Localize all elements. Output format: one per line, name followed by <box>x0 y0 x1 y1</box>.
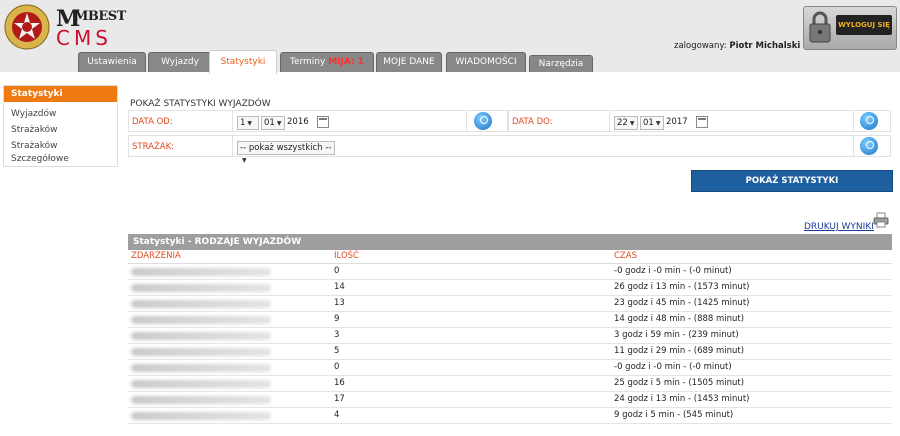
results-title: Statystyki - RODZAJE WYJAZDÓW <box>128 234 892 250</box>
results-table: Statystyki - RODZAJE WYJAZDÓW ZDARZENIA … <box>128 234 892 424</box>
redacted-event-name <box>131 300 271 308</box>
date-to-year-field[interactable]: 2017 <box>664 116 692 128</box>
chevron-down-icon: ▼ <box>655 120 661 127</box>
brand-logo: M MBEST CMS <box>56 6 126 50</box>
firefighter-row: STRAŻAK: -- pokaż wszystkich --▼ <box>128 135 891 164</box>
sidebar: Statystyki Wyjazdów Strażaków Strażaków … <box>3 85 118 167</box>
search-date-to-icon[interactable] <box>860 112 878 130</box>
tab-wyjazdy[interactable]: Wyjazdy <box>148 52 212 72</box>
column-header-zdarzenia: ZDARZENIA <box>131 251 181 261</box>
redacted-event-name <box>131 412 271 420</box>
tab-moje-dane[interactable]: MOJE DANE <box>376 52 442 72</box>
tab-ustawienia[interactable]: Ustawienia <box>78 52 146 72</box>
table-row: 9 14 godz i 48 min - (888 minut) <box>128 312 892 328</box>
sidebar-item-strazakow-szczegolowe[interactable]: Strażaków Szczegółowe <box>4 140 91 166</box>
results-header-row: ZDARZENIA ILOŚĆ CZAS <box>128 250 892 264</box>
show-statistics-button[interactable]: POKAŻ STATYSTYKI <box>691 170 893 192</box>
firefighter-label: STRAŻAK: <box>132 142 175 152</box>
table-row: 16 25 godz i 5 min - (1505 minut) <box>128 376 892 392</box>
search-date-from-icon[interactable] <box>474 112 492 130</box>
date-to-month-select[interactable]: 01 ▼ <box>640 116 664 130</box>
form-title: POKAŻ STATYSTYKI WYJAZDÓW <box>130 99 271 109</box>
tab-wiadomosci[interactable]: WIADOMOŚCI <box>446 52 526 72</box>
date-to-day-select[interactable]: 22 ▼ <box>614 116 638 130</box>
fire-brigade-emblem-icon <box>4 4 50 50</box>
sidebar-item-wyjazdow[interactable]: Wyjazdów <box>4 108 117 121</box>
redacted-event-name <box>131 316 271 324</box>
redacted-event-name <box>131 380 271 388</box>
header: M MBEST CMS zalogowany: Piotr Michalski … <box>0 0 900 74</box>
logged-user: zalogowany: Piotr Michalski <box>674 41 800 51</box>
tab-narzedzia[interactable]: Narzędzia <box>529 55 593 72</box>
redacted-event-name <box>131 348 271 356</box>
brand-bottom: CMS <box>56 26 112 50</box>
table-row: 5 11 godz i 29 min - (689 minut) <box>128 344 892 360</box>
table-row: 0 -0 godz i -0 min - (-0 minut) <box>128 360 892 376</box>
date-from-day-select[interactable]: 1 ▼ <box>237 116 259 130</box>
padlock-icon <box>809 11 831 43</box>
redacted-event-name <box>131 268 271 276</box>
table-row: 33 godz i 59 min - (239 minut) <box>128 328 892 344</box>
redacted-event-name <box>131 364 271 372</box>
calendar-icon[interactable] <box>317 116 329 128</box>
logout-panel: WYLOGUJ SIĘ <box>803 6 897 50</box>
chevron-down-icon: ▼ <box>629 120 635 127</box>
sidebar-title: Statystyki <box>4 86 117 102</box>
tab-statystyki[interactable]: Statystyki <box>209 50 277 74</box>
date-to-label: DATA DO: <box>512 117 553 127</box>
search-firefighter-icon[interactable] <box>860 137 878 155</box>
table-row: 13 23 godz i 45 min - (1425 minut) <box>128 296 892 312</box>
redacted-event-name <box>131 332 271 340</box>
calendar-icon[interactable] <box>696 116 708 128</box>
sidebar-item-strazakow[interactable]: Strażaków <box>4 124 117 137</box>
user-label: zalogowany: <box>674 41 727 51</box>
date-from-year-field[interactable]: 2016 <box>285 116 313 128</box>
column-header-czas: CZAS <box>614 251 637 261</box>
table-row: 49 godz i 5 min - (545 minut) <box>128 408 892 424</box>
table-row: 0 -0 godz i -0 min - (-0 minut) <box>128 264 892 280</box>
chevron-down-icon: ▼ <box>276 120 282 127</box>
column-header-ilosc: ILOŚĆ <box>334 251 359 261</box>
firefighter-select[interactable]: -- pokaż wszystkich --▼ <box>237 141 335 164</box>
redacted-event-name <box>131 284 271 292</box>
date-from-label: DATA OD: <box>132 117 173 127</box>
brand-top: MBEST <box>74 9 126 24</box>
tab-terminy[interactable]: Terminy MIJA: 1 <box>280 52 374 72</box>
chevron-down-icon: ▼ <box>247 120 253 127</box>
table-row: 17 24 godz i 13 min - (1453 minut) <box>128 392 892 408</box>
table-row: 14 26 godz i 13 min - (1573 minut) <box>128 280 892 296</box>
logout-button[interactable]: WYLOGUJ SIĘ <box>836 15 892 35</box>
redacted-event-name <box>131 396 271 404</box>
user-name: Piotr Michalski <box>729 41 801 51</box>
terminy-badge: MIJA: 1 <box>328 57 364 67</box>
printer-icon[interactable] <box>873 212 889 228</box>
print-results-link[interactable]: DRUKUJ WYNIKI <box>804 222 874 232</box>
chevron-down-icon: ▼ <box>242 157 247 164</box>
date-from-month-select[interactable]: 01 ▼ <box>261 116 285 130</box>
date-row: DATA OD: 1 ▼ 01 ▼ 2016 DATA DO: 22 ▼ 01 ▼ 20… <box>128 110 891 132</box>
